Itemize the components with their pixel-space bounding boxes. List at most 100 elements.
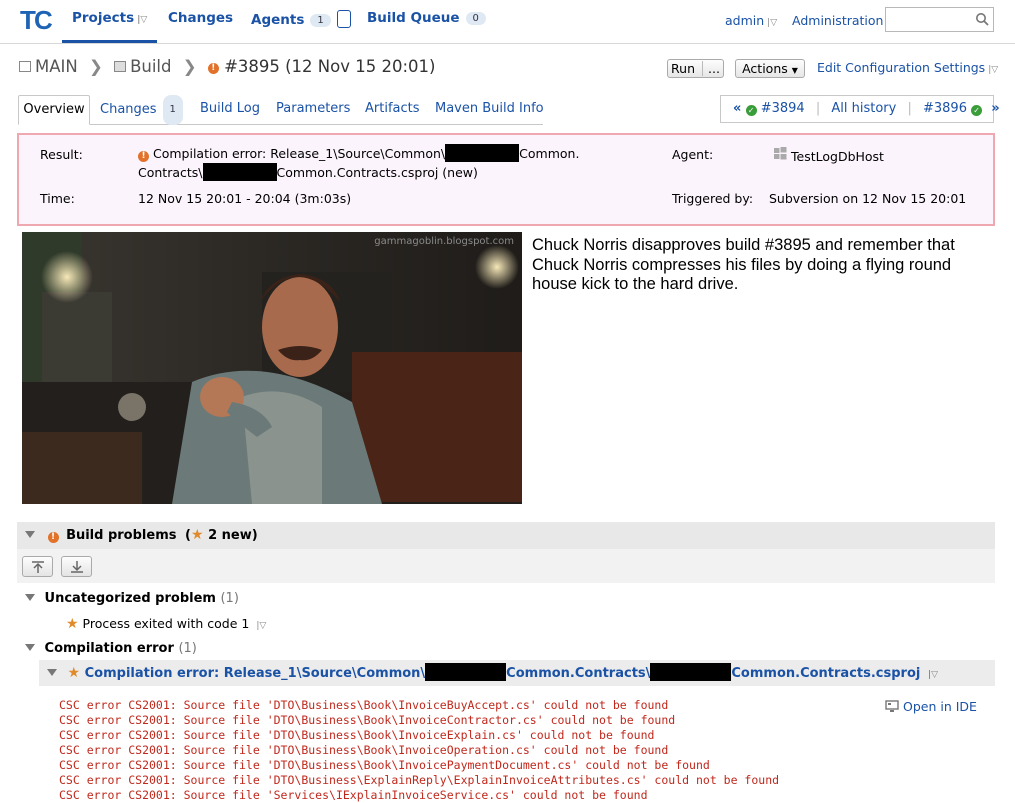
compilation-error-item[interactable]: ★ Compilation error: Release_1\Source\Co… bbox=[39, 660, 995, 686]
chuck-norris-message: Chuck Norris disapproves build #3895 and… bbox=[532, 236, 955, 293]
time-value: 12 Nov 15 20:01 - 20:04 (3m:03s) bbox=[138, 191, 352, 206]
collapse-icon[interactable] bbox=[47, 669, 57, 676]
star-icon: ★ bbox=[190, 527, 204, 543]
expand-all-button[interactable] bbox=[61, 556, 92, 577]
page-title: #3895 (12 Nov 15 20:01) bbox=[224, 57, 436, 76]
ce-text-part2: Common.Contracts\ bbox=[506, 666, 651, 681]
all-history-link[interactable]: All history bbox=[831, 101, 896, 116]
next-build-link[interactable]: #3896 bbox=[923, 101, 967, 116]
previous-build-link[interactable]: #3894 bbox=[761, 101, 805, 116]
chuck-norris-image: gammagoblin.blogspot.com bbox=[22, 232, 522, 504]
nav-changes[interactable]: Changes bbox=[168, 10, 233, 26]
new-problems-text: 2 new bbox=[208, 528, 252, 543]
windows-icon bbox=[774, 147, 787, 160]
log-line: CSC error CS2001: Source file 'DTO\Busin… bbox=[59, 728, 655, 742]
process-exited-text: Process exited with code 1 bbox=[82, 616, 250, 631]
chevron-right-icon: ❯ bbox=[88, 57, 103, 76]
error-icon: ! bbox=[207, 63, 219, 74]
uncategorized-count: (1) bbox=[220, 591, 239, 606]
uncategorized-problem-group[interactable]: Uncategorized problem (1) bbox=[25, 591, 239, 606]
previous-build-icon[interactable]: « bbox=[733, 101, 741, 116]
search-icon[interactable] bbox=[975, 12, 989, 26]
collapse-icon[interactable] bbox=[25, 531, 35, 538]
open-in-ide-label: Open in IDE bbox=[903, 699, 977, 714]
build-problems-toolbar bbox=[17, 549, 995, 583]
actions-button-label: Actions bbox=[742, 61, 788, 76]
build-result-panel: Result: ! Compilation error: Release_1\S… bbox=[17, 133, 995, 226]
collapse-all-button[interactable] bbox=[22, 556, 53, 577]
nav-active-underline bbox=[62, 40, 157, 43]
collapse-icon[interactable] bbox=[25, 594, 35, 601]
run-options-button[interactable]: ... bbox=[702, 61, 720, 76]
redacted-block bbox=[445, 144, 520, 162]
problem-item[interactable]: ★ Process exited with code 1 |▽ bbox=[66, 616, 266, 632]
tab-changes-label: Changes bbox=[100, 102, 157, 117]
image-watermark: gammagoblin.blogspot.com bbox=[374, 236, 514, 247]
chevron-down-icon[interactable]: |▽ bbox=[256, 621, 266, 631]
nav-agents-label: Agents bbox=[251, 12, 305, 28]
redacted-block bbox=[425, 663, 507, 681]
edit-settings-label: Edit Configuration Settings bbox=[817, 60, 986, 75]
tab-artifacts[interactable]: Artifacts bbox=[365, 95, 420, 125]
agents-count-badge: 1 bbox=[310, 14, 331, 27]
nav-agents[interactable]: Agents 1 bbox=[251, 10, 351, 28]
tab-parameters[interactable]: Parameters bbox=[276, 95, 350, 125]
nav-projects[interactable]: Projects |▽ bbox=[72, 10, 147, 26]
triggered-by-label: Triggered by: bbox=[672, 191, 754, 206]
collapse-all-icon bbox=[32, 561, 44, 573]
chevron-down-icon[interactable]: |▽ bbox=[988, 65, 998, 75]
redacted-block bbox=[650, 663, 732, 681]
run-button[interactable]: Run... bbox=[667, 59, 724, 78]
nav-build-queue-label: Build Queue bbox=[367, 10, 460, 26]
chevron-down-icon[interactable]: |▽ bbox=[137, 15, 147, 25]
collapse-icon[interactable] bbox=[25, 644, 35, 651]
administration-link[interactable]: Administration bbox=[792, 13, 883, 28]
tab-build-log[interactable]: Build Log bbox=[200, 95, 260, 125]
tab-maven-build-info[interactable]: Maven Build Info bbox=[435, 95, 544, 125]
result-text-part3: Contracts\ bbox=[138, 165, 203, 180]
breadcrumb-project[interactable]: MAIN bbox=[35, 57, 78, 76]
teamcity-logo[interactable]: T C bbox=[20, 6, 53, 32]
chevron-down-icon: ▼ bbox=[791, 66, 798, 75]
open-in-ide-link[interactable]: Open in IDE bbox=[885, 699, 977, 714]
uncategorized-title: Uncategorized problem bbox=[44, 591, 216, 606]
user-menu[interactable]: admin |▽ bbox=[725, 13, 777, 28]
search-input[interactable] bbox=[885, 7, 994, 32]
chevron-down-icon[interactable]: |▽ bbox=[928, 670, 938, 680]
project-icon bbox=[19, 61, 31, 72]
success-icon: ✓ bbox=[971, 105, 983, 116]
compilation-error-title: Compilation error bbox=[44, 641, 174, 656]
next-build-icon[interactable]: » bbox=[991, 101, 999, 116]
redacted-block bbox=[202, 163, 277, 181]
result-value: ! Compilation error: Release_1\Source\Co… bbox=[138, 144, 579, 182]
edit-configuration-settings-link[interactable]: Edit Configuration Settings |▽ bbox=[817, 60, 998, 75]
chevron-down-icon[interactable]: |▽ bbox=[767, 18, 777, 28]
changes-count-badge: 1 bbox=[162, 95, 183, 125]
log-line: CSC error CS2001: Source file 'DTO\Busin… bbox=[59, 743, 669, 757]
top-navigation-bar: T C Projects |▽ Changes Agents 1 Build Que… bbox=[0, 0, 1015, 44]
build-queue-count-badge: 0 bbox=[465, 12, 486, 25]
log-line: CSC error CS2001: Source file 'DTO\Busin… bbox=[59, 773, 780, 787]
agent-box-icon bbox=[336, 10, 351, 28]
actions-button[interactable]: Actions ▼ bbox=[735, 59, 805, 78]
open-in-ide-icon bbox=[885, 700, 899, 712]
ce-text-part3: Common.Contracts.csproj bbox=[731, 666, 921, 681]
build-problems-title: Build problems bbox=[66, 528, 177, 543]
expand-all-icon bbox=[71, 561, 83, 573]
result-text-part4: Common.Contracts.csproj (new) bbox=[276, 165, 478, 180]
result-label: Result: bbox=[40, 147, 83, 162]
breadcrumb-build-config[interactable]: Build bbox=[130, 57, 171, 76]
compilation-log: CSC error CS2001: Source file 'DTO\Busin… bbox=[59, 698, 779, 803]
log-line: CSC error CS2001: Source file 'DTO\Busin… bbox=[59, 758, 710, 772]
build-config-icon bbox=[114, 61, 127, 72]
run-button-label: Run bbox=[671, 61, 696, 76]
svg-text:C: C bbox=[34, 6, 53, 32]
build-problems-header[interactable]: ! Build problems (★ 2 new) bbox=[17, 522, 995, 549]
nav-build-queue[interactable]: Build Queue 0 bbox=[367, 10, 486, 26]
agent-link[interactable]: TestLogDbHost bbox=[774, 147, 884, 164]
tab-changes[interactable]: Changes 1 bbox=[100, 95, 183, 125]
result-text-part1: Compilation error: Release_1\Source\Comm… bbox=[152, 146, 446, 161]
compilation-error-group[interactable]: Compilation error (1) bbox=[25, 641, 197, 656]
tab-overview[interactable]: Overview bbox=[18, 95, 90, 125]
success-icon: ✓ bbox=[745, 105, 757, 116]
